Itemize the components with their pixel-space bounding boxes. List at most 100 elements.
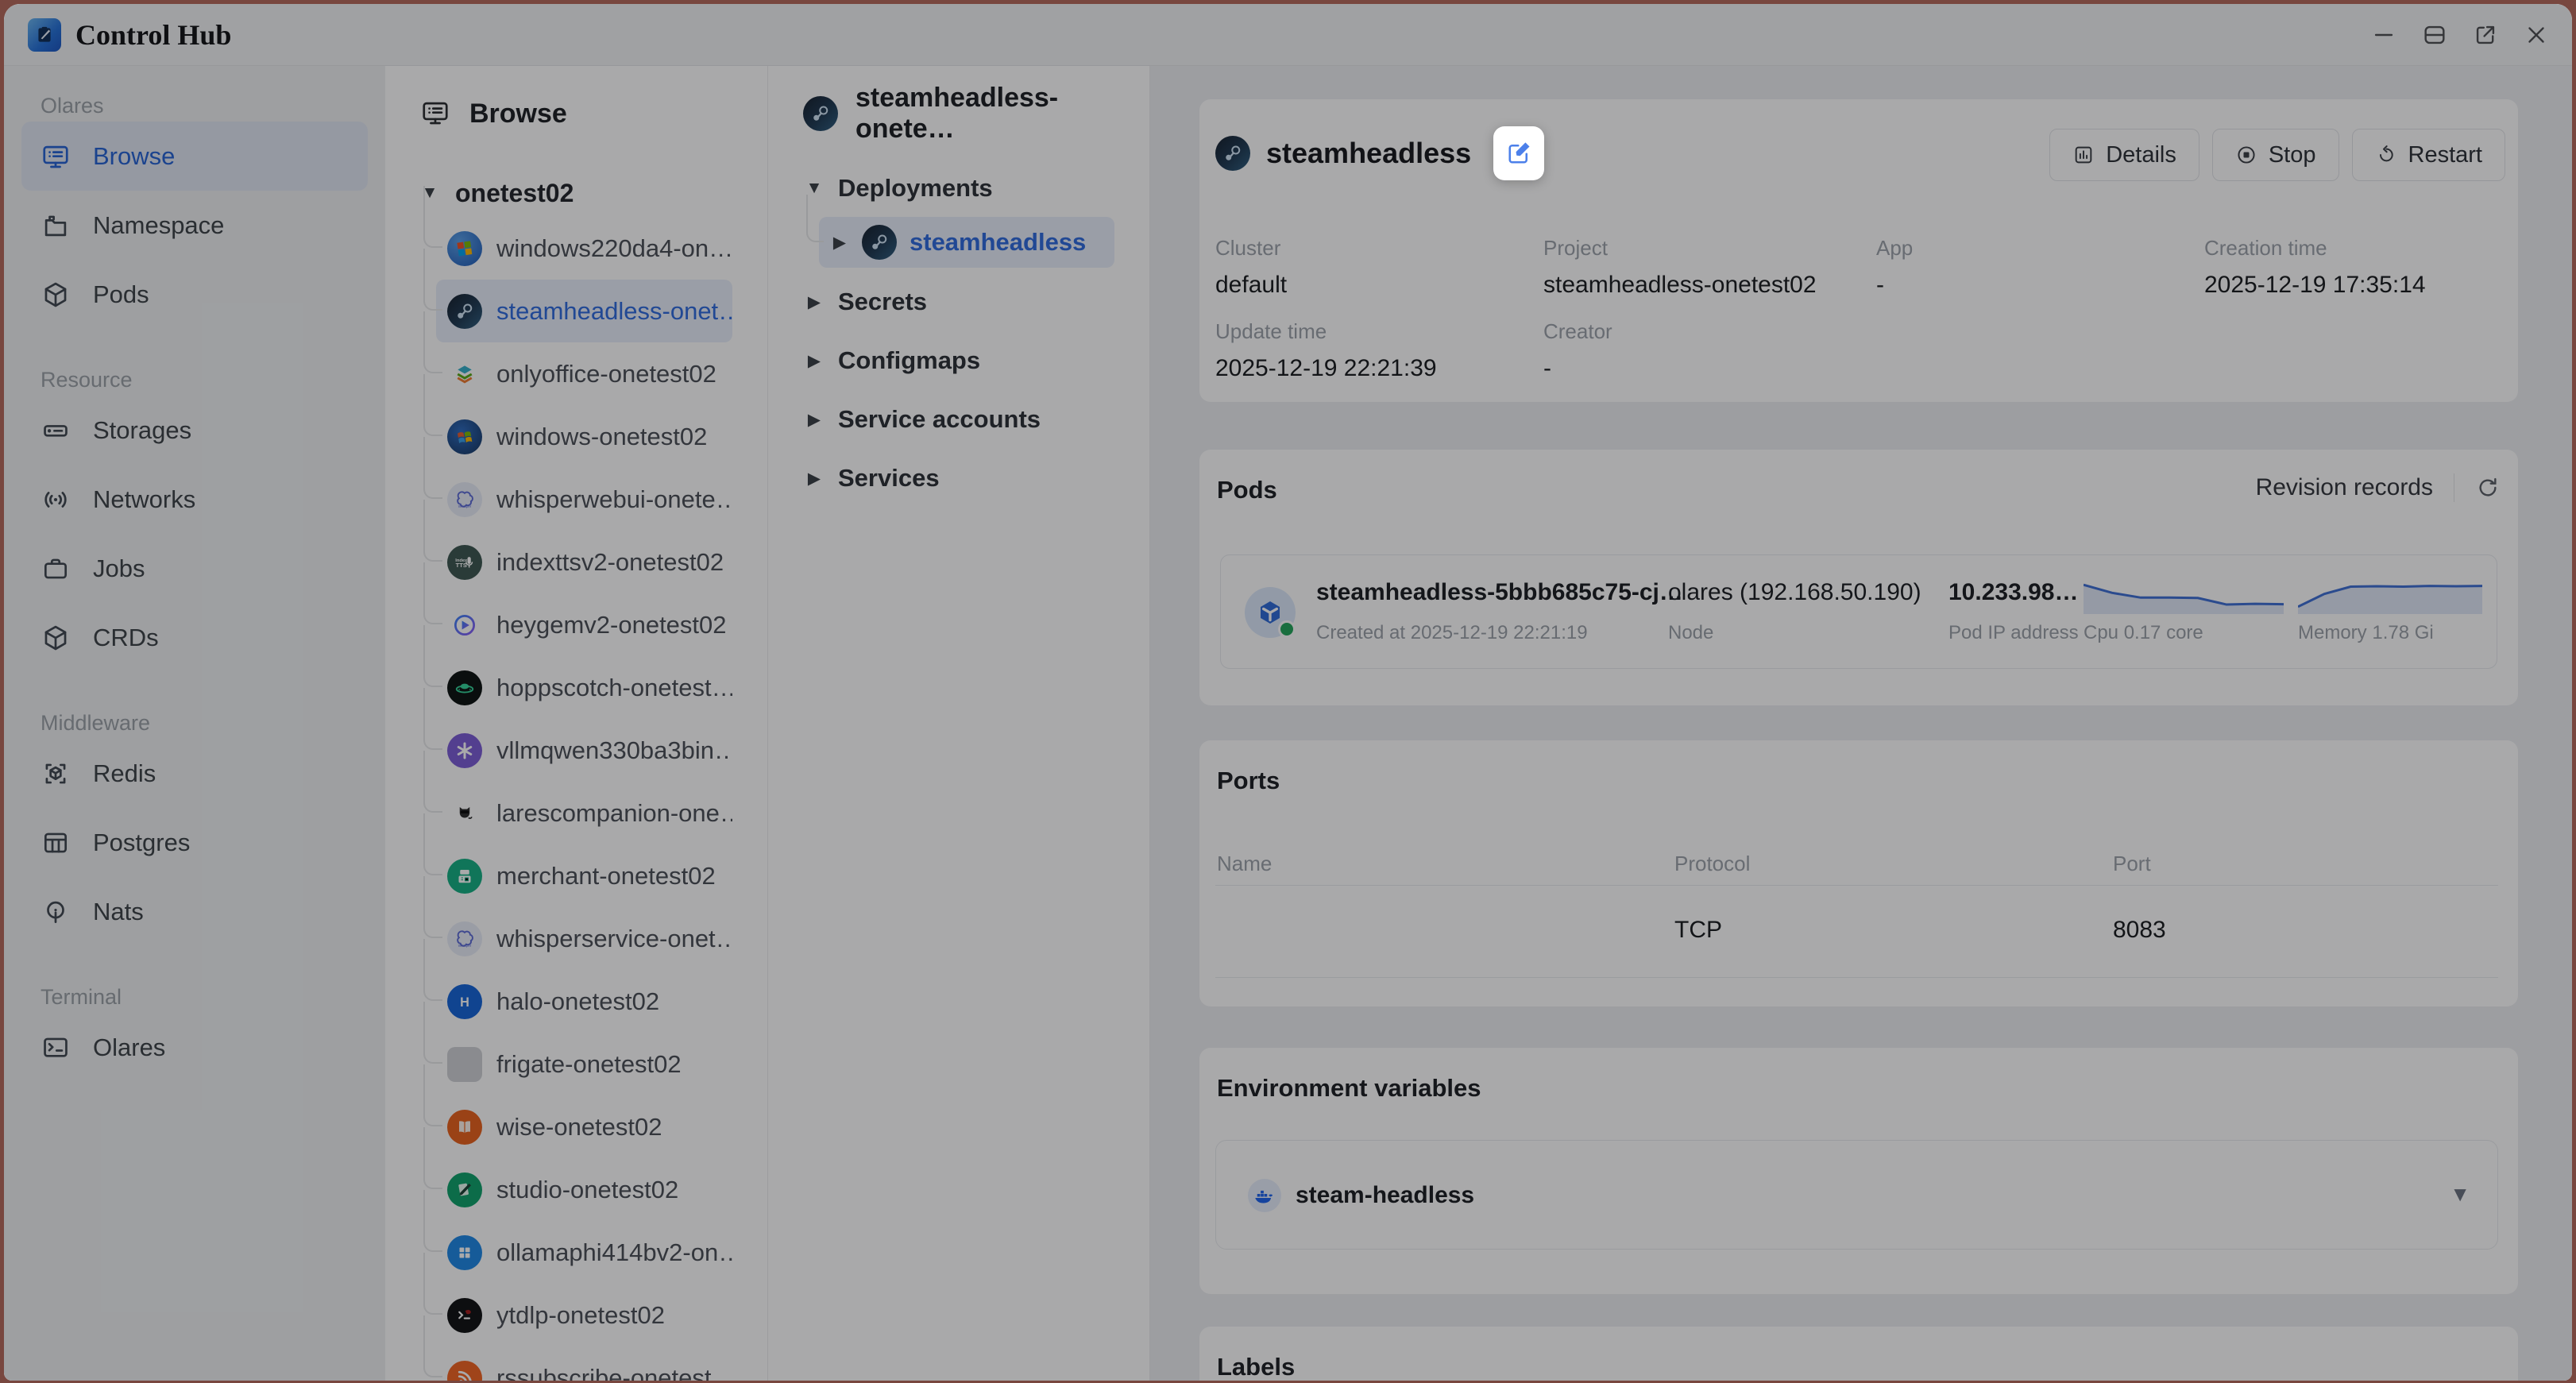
labels-heading: Labels	[1217, 1353, 1295, 1381]
sidebar-item-crds[interactable]: CRDs	[21, 603, 368, 672]
env-heading: Environment variables	[1217, 1074, 1481, 1103]
browse-item[interactable]: ytdlp-onetest02	[436, 1284, 732, 1346]
browse-item[interactable]: larescompanion-one…	[436, 782, 732, 844]
browse-item[interactable]: rssubscribe-onetest…	[436, 1346, 732, 1381]
browse-item[interactable]: windows220da4-on…	[436, 217, 732, 280]
minimize-icon[interactable]	[2370, 21, 2397, 48]
browse-item[interactable]: Hhalo-onetest02	[436, 970, 732, 1033]
sidebar-item-olares[interactable]: Olares	[21, 1013, 368, 1082]
browse-item[interactable]: onlyoffice-onetest02	[436, 342, 732, 405]
browse-item[interactable]: windows-onetest02	[436, 405, 732, 468]
pods-icon	[41, 280, 71, 310]
resource-panel: steamheadless-onete… ▼Deployments ▶ steamh…	[768, 66, 1150, 1381]
tree-item-services[interactable]: ▶Services	[768, 449, 1149, 508]
stop-button[interactable]: Stop	[2212, 129, 2339, 181]
tree-root-onetest02[interactable]: ▼ onetest02	[385, 169, 767, 217]
pod-ip: 10.233.98…	[1948, 579, 2078, 606]
chevron-right-icon[interactable]: ▶	[805, 292, 824, 312]
sidebar-item-networks[interactable]: Networks	[21, 465, 368, 534]
info-label: Project	[1543, 236, 1817, 261]
sidebar-item-browse[interactable]: Browse	[21, 122, 368, 191]
browse-icon	[420, 98, 452, 129]
browse-item[interactable]: IndexTTSindexttsv2-onetest02	[436, 531, 732, 593]
refresh-icon[interactable]	[2475, 475, 2501, 500]
browse-item[interactable]: steamheadless-onet…	[436, 280, 732, 342]
browse-item[interactable]: frigate-onetest02	[436, 1033, 732, 1095]
sidebar-item-label: Olares	[93, 1033, 165, 1062]
pod-row[interactable]: steamheadless-5bbb685c75-cj… Created at …	[1220, 554, 2497, 669]
edit-button[interactable]	[1493, 126, 1544, 180]
register-app-icon	[447, 859, 482, 894]
open-external-icon[interactable]	[2472, 21, 2499, 48]
pod-node-label: Node	[1668, 622, 1713, 644]
browse-item[interactable]: vllmqwen330ba3bin…	[436, 719, 732, 782]
storages-icon	[41, 415, 71, 446]
chevron-down-icon[interactable]: ▼	[805, 179, 824, 198]
chevron-right-icon[interactable]: ▶	[805, 410, 824, 430]
sidebar-item-storages[interactable]: Storages	[21, 396, 368, 465]
browse-item[interactable]: merchant-onetest02	[436, 844, 732, 907]
sidebar-item-postgres[interactable]: Postgres	[21, 808, 368, 877]
button-label: Restart	[2408, 142, 2482, 168]
chevron-right-icon[interactable]: ▶	[830, 233, 849, 253]
sidebar-item-redis[interactable]: Redis	[21, 739, 368, 808]
chevron-down-icon[interactable]: ▼	[2450, 1182, 2470, 1207]
tree-item-service-accounts[interactable]: ▶ Service accounts	[768, 390, 1149, 449]
sidebar-item-nats[interactable]: Nats	[21, 877, 368, 946]
chevron-down-icon[interactable]: ▼	[420, 183, 439, 203]
browse-item[interactable]: heygemv2-onetest02	[436, 593, 732, 656]
revision-records-link[interactable]: Revision records	[2256, 474, 2433, 501]
close-icon[interactable]	[2523, 21, 2550, 48]
restart-button[interactable]: Restart	[2352, 129, 2505, 181]
tree-item-secrets[interactable]: ▶Secrets	[768, 272, 1149, 331]
browse-item[interactable]: ollamaphi414bv2-on…	[436, 1221, 732, 1284]
browse-item-label: ytdlp-onetest02	[496, 1301, 665, 1330]
browse-item-label: larescompanion-one…	[496, 799, 732, 828]
sidebar-item-pods[interactable]: Pods	[21, 260, 368, 329]
pods-card: Pods Revision records steamheadless-5bbb…	[1199, 450, 2518, 705]
browse-item-label: onlyoffice-onetest02	[496, 360, 716, 388]
crds-icon	[41, 623, 71, 653]
info-field-cluster: Clusterdefault	[1215, 236, 1287, 299]
info-value: 2025-12-19 22:21:39	[1215, 355, 1437, 382]
browse-item[interactable]: hoppscotch-onetest…	[436, 656, 732, 719]
browse-item-list: windows220da4-on…steamheadless-onet… only…	[385, 217, 767, 1381]
resource-panel-header: steamheadless-onete…	[768, 90, 1149, 137]
browse-item[interactable]: Whisperwhisperwebui-onete…	[436, 468, 732, 531]
sidebar-item-namespace[interactable]: Namespace	[21, 191, 368, 260]
stop-icon	[2235, 144, 2257, 166]
labels-card: Labels	[1199, 1327, 2518, 1381]
svg-text:H: H	[460, 995, 469, 1010]
browse-item[interactable]: wise-onetest02	[436, 1095, 732, 1158]
ports-column-header: Name	[1217, 852, 1272, 876]
tree-item-configmaps[interactable]: ▶Configmaps	[768, 331, 1149, 390]
chevron-right-icon[interactable]: ▶	[805, 469, 824, 489]
chevron-right-icon[interactable]: ▶	[805, 351, 824, 371]
maximize-icon[interactable]	[2421, 21, 2448, 48]
sidebar-section-olares: OlaresBrowseNamespacePods	[4, 90, 385, 329]
steam-app-icon	[862, 225, 897, 260]
jobs-icon	[41, 554, 71, 584]
sidebar-section-resource: ResourceStoragesNetworks Jobs CRDs	[4, 364, 385, 672]
browse-item-label: ollamaphi414bv2-on…	[496, 1238, 732, 1267]
sidebar-section-label: Resource	[4, 364, 385, 396]
tree-item-label: Service accounts	[838, 405, 1041, 434]
browse-item-label: indexttsv2-onetest02	[496, 548, 724, 577]
cpu-sparkline	[2084, 578, 2284, 614]
steam-icon	[803, 96, 838, 131]
browse-item-label: halo-onetest02	[496, 987, 659, 1016]
tree-item-deployments[interactable]: ▼Deployments	[768, 166, 1149, 211]
svg-text:Whisper: Whisper	[458, 943, 472, 947]
sidebar-item-jobs[interactable]: Jobs	[21, 534, 368, 603]
tree-item-label: steamheadless	[910, 228, 1086, 257]
browse-item[interactable]: studio-onetest02	[436, 1158, 732, 1221]
button-label: Stop	[2269, 142, 2316, 168]
details-button[interactable]: Details	[2049, 129, 2199, 181]
resource-panel-title: steamheadless-onete…	[855, 83, 1149, 145]
tree-item-steamheadless[interactable]: ▶ steamheadless	[819, 217, 1114, 268]
env-container-row[interactable]: steam-headless ▼	[1215, 1140, 2498, 1250]
info-label: App	[1876, 236, 1913, 261]
table-divider	[1215, 885, 2498, 886]
sidebar-item-label: Jobs	[93, 554, 145, 583]
browse-item[interactable]: Whisperwhisperservice-onet…	[436, 907, 732, 970]
